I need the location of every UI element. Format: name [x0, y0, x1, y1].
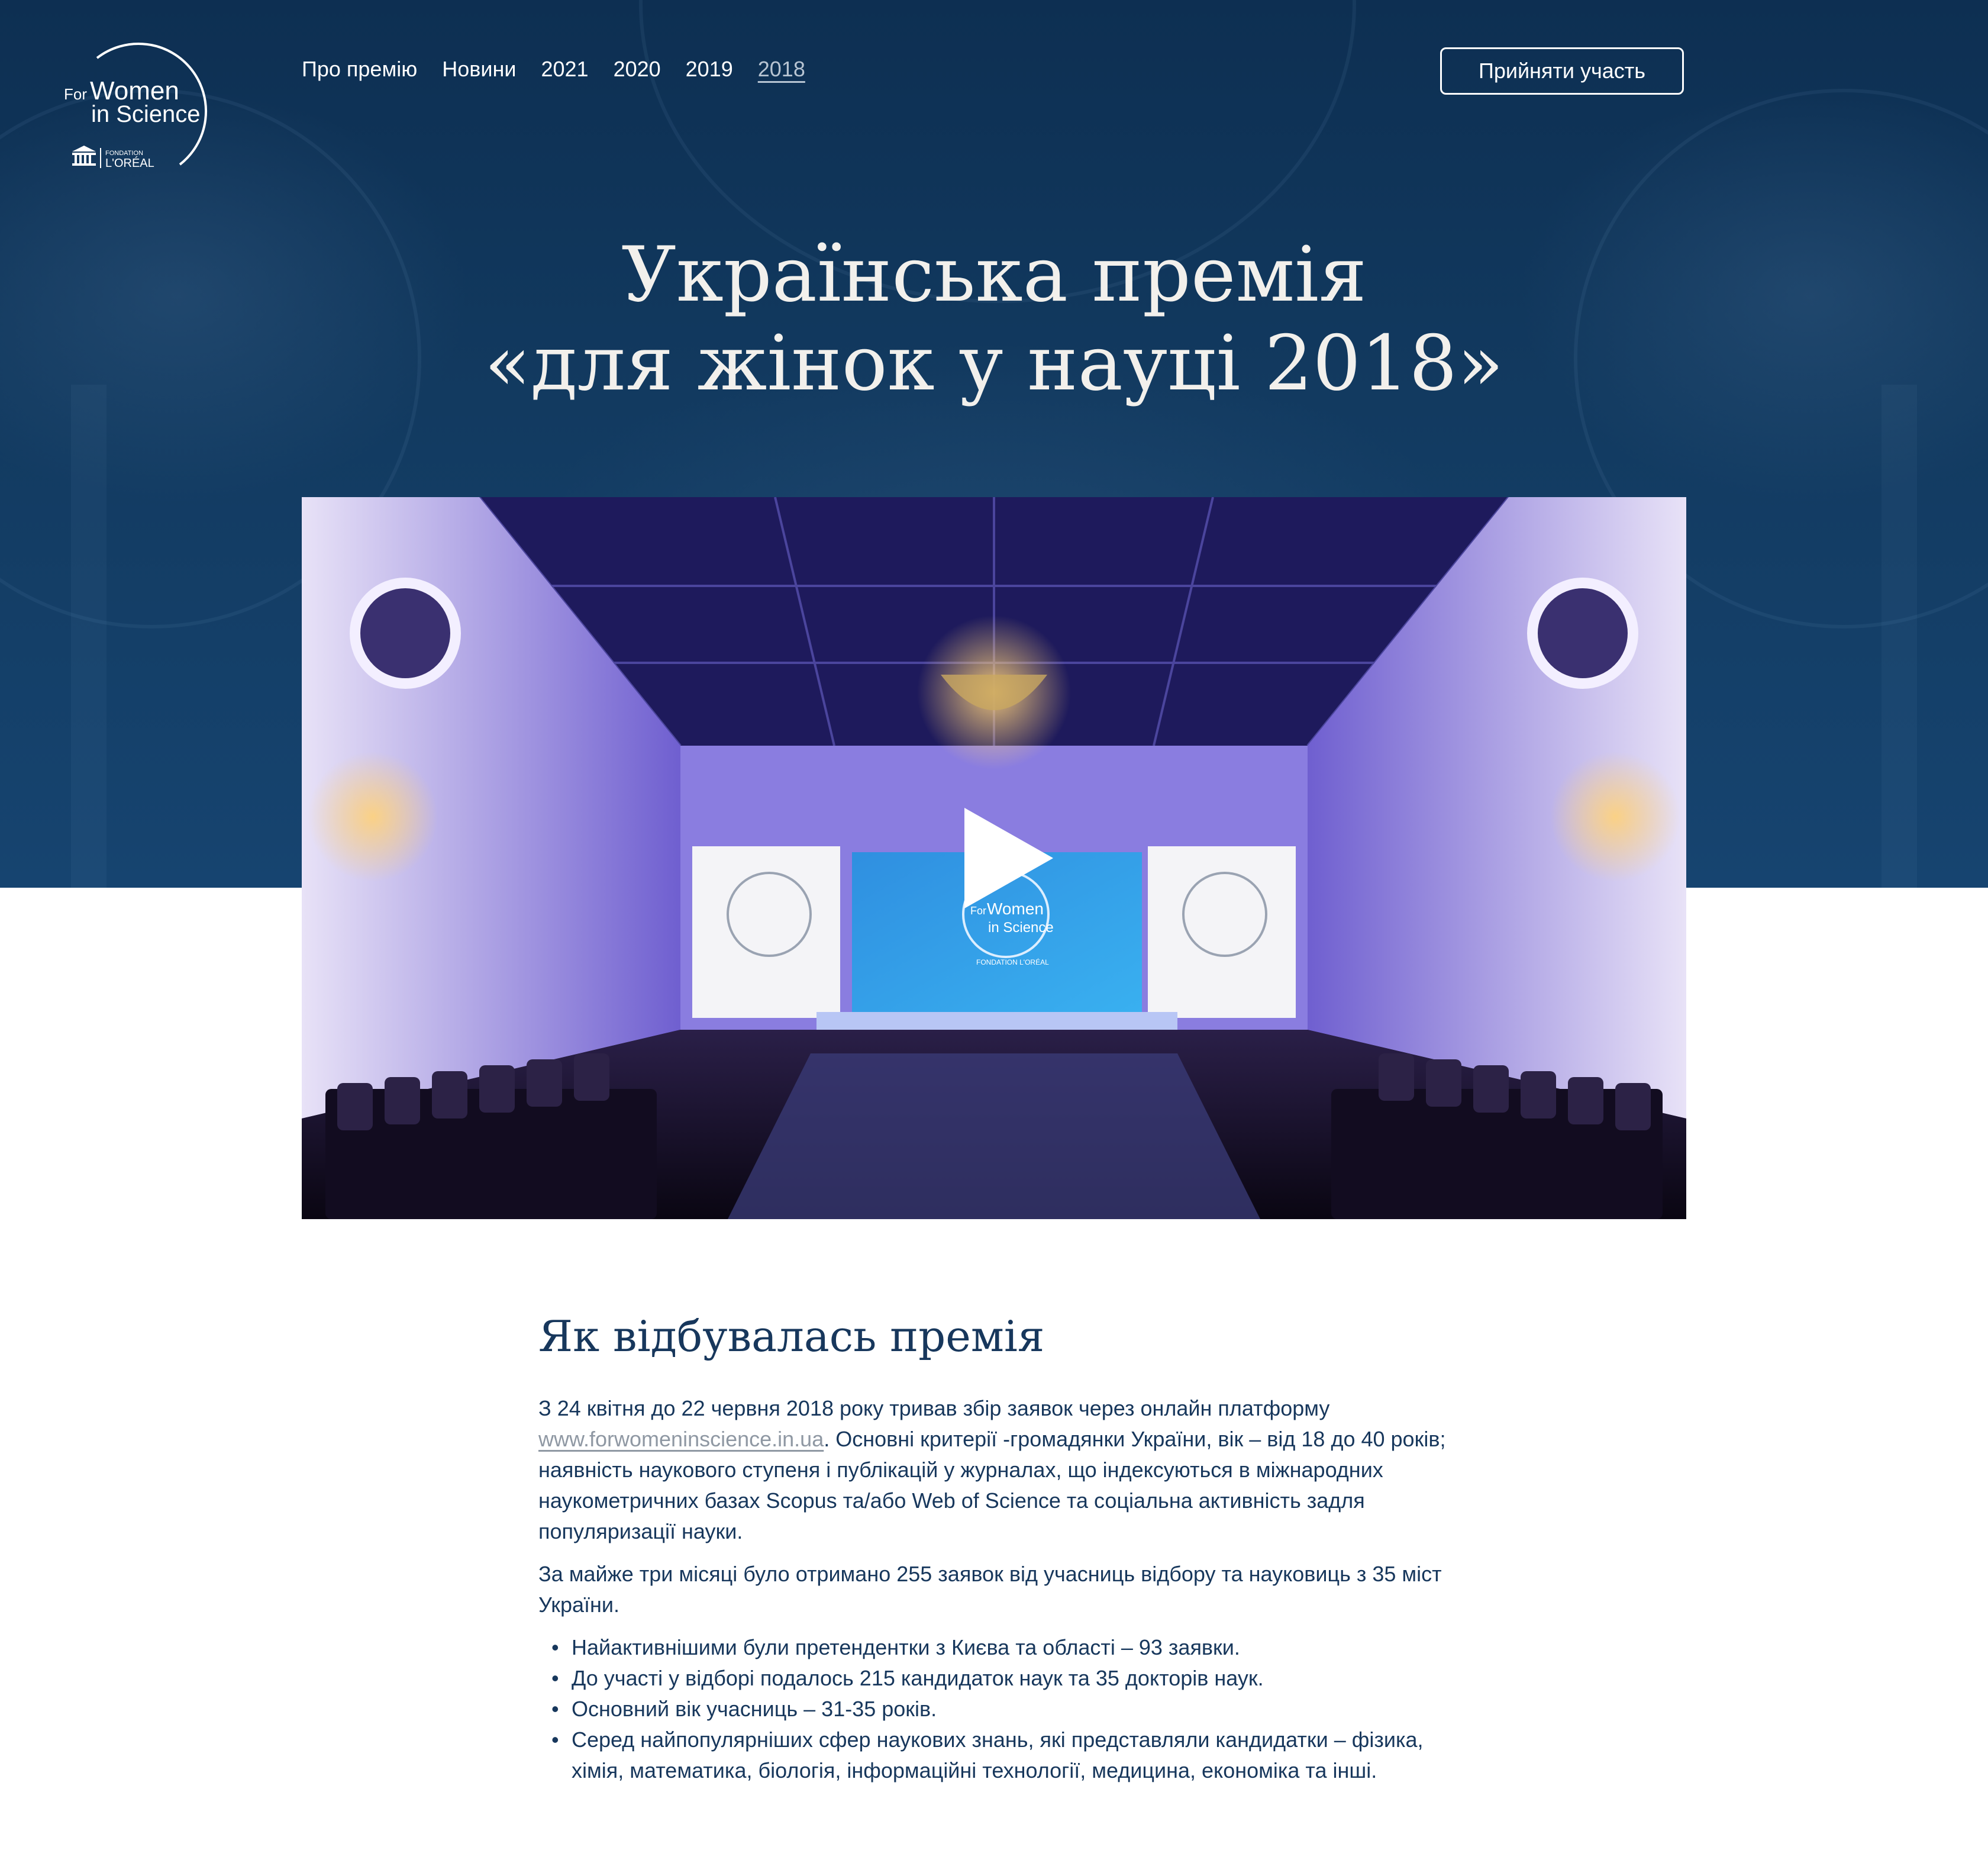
video-thumbnail: For Women in Science FONDATION L'ORÉAL — [302, 497, 1686, 1219]
logo-text-for: For — [64, 85, 87, 103]
for-women-in-science-logo[interactable]: For Women in Science FONDATION L'ORÉAL — [62, 34, 215, 176]
list-item-text: До участі у відборі подалось 215 кандида… — [572, 1666, 1264, 1690]
main-nav: Про премію Новини 2021 2020 2019 2018 — [302, 54, 830, 84]
list-item-text: Основний вік учасниць – 31-35 років. — [572, 1697, 937, 1721]
screen-logo-for: For — [970, 905, 986, 917]
platform-link[interactable]: www.forwomeninscience.in.ua — [538, 1427, 824, 1451]
paragraph-criteria: З 24 квітня до 22 червня 2018 року трива… — [538, 1393, 1461, 1547]
bullet: • — [551, 1635, 559, 1659]
participate-button[interactable]: Прийняти участь — [1440, 47, 1684, 95]
list-item: • Найактивнішими були претендентки з Києв… — [551, 1632, 1461, 1663]
nav-item-about[interactable]: Про премію — [302, 54, 417, 84]
nav-item-2020[interactable]: 2020 — [614, 54, 661, 84]
nav-item-news[interactable]: Новини — [442, 54, 516, 84]
paragraph-criteria-start: З 24 квітня до 22 червня 2018 року трива… — [538, 1396, 1330, 1420]
page-title-line1: Українська премія — [621, 231, 1367, 319]
page-title: Українська премія «для жінок у науці 201… — [0, 231, 1988, 408]
nav-item-2019[interactable]: 2019 — [686, 54, 733, 84]
screen-logo-women: Women — [987, 900, 1044, 918]
nav-item-2018[interactable]: 2018 — [758, 54, 805, 84]
list-item: • До участі у відборі подалось 215 кандид… — [551, 1663, 1461, 1694]
logo-fondation: FONDATION — [105, 150, 143, 157]
page-title-line2: «для жінок у науці 2018» — [484, 320, 1504, 408]
background-decor — [1882, 385, 1917, 888]
logo-loreal: L'ORÉAL — [105, 156, 154, 170]
list-item: • Серед найпопулярніших сфер наукових зна… — [551, 1725, 1461, 1786]
article-section: Як відбувалась премія З 24 квітня до 22 … — [538, 1308, 1461, 1786]
list-item: • Основний вік учасниць – 31-35 років. — [551, 1694, 1461, 1725]
nav-item-2021[interactable]: 2021 — [541, 54, 588, 84]
unesco-icon — [72, 146, 96, 166]
logo-text-science: in Science — [91, 101, 201, 127]
paragraph-applications: За майже три місяці було отримано 255 за… — [538, 1562, 1442, 1617]
list-item-text: Найактивнішими були претендентки з Києва… — [572, 1635, 1240, 1659]
screen-logo-science: in Science — [988, 920, 1054, 936]
section-heading: Як відбувалась премія — [538, 1311, 1045, 1361]
stats-list: • Найактивнішими були претендентки з Києв… — [538, 1632, 1461, 1786]
list-item-text: Серед найпопулярніших сфер наукових знан… — [572, 1727, 1424, 1783]
logo-mark: For Women in Science FONDATION L'ORÉAL — [64, 43, 208, 170]
bullet: • — [551, 1727, 559, 1752]
screen-logo-sub: FONDATION L'ORÉAL — [976, 958, 1049, 966]
video-player[interactable]: For Women in Science FONDATION L'ORÉAL — [302, 497, 1686, 1219]
background-decor — [71, 385, 106, 888]
bullet: • — [551, 1666, 559, 1690]
bullet: • — [551, 1697, 559, 1721]
